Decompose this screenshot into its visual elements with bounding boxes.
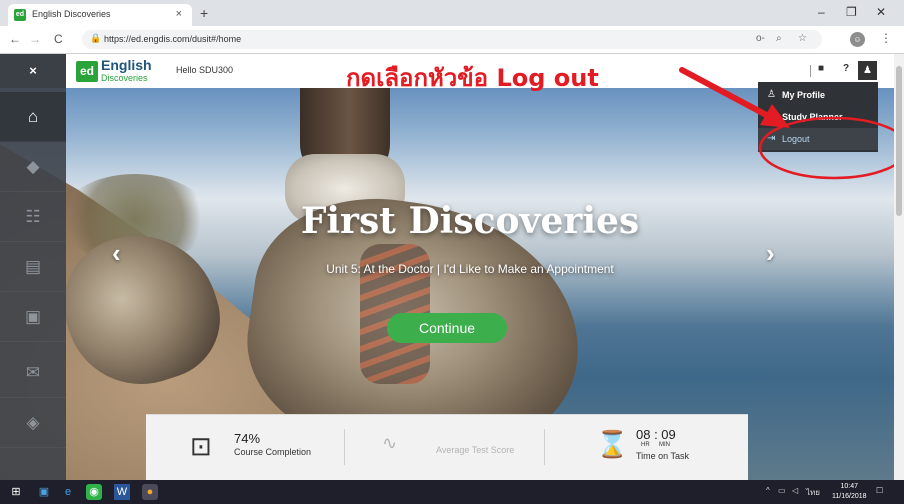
profile-icon: ♙ <box>767 89 776 100</box>
test-score-label: Average Test Score <box>436 445 515 455</box>
bookmark-star-icon[interactable]: ☆ <box>798 33 807 44</box>
tab-favicon-icon: ed <box>14 9 26 21</box>
network-icon[interactable]: ▭ <box>778 486 786 495</box>
word-icon[interactable]: W <box>114 484 130 500</box>
hourglass-icon: ⌛ <box>596 429 629 459</box>
greeting-text: Hello SDU300 <box>176 65 234 75</box>
menu-item-study-planner[interactable]: ☰ Study Planner <box>758 106 878 128</box>
browser-tabstrip: ed English Discoveries × + – ❐ ✕ <box>0 0 904 26</box>
sidebar-item-home[interactable]: ⌂ <box>0 92 66 142</box>
clock-time: 10:47 <box>840 483 859 490</box>
restore-button[interactable]: ❐ <box>846 5 857 19</box>
stat-average-test-score[interactable]: ∿ Average Test Score <box>346 415 544 481</box>
logout-icon: ⇥ <box>767 133 776 144</box>
volume-icon[interactable]: ◁ <box>792 486 798 495</box>
lock-icon: 🔒 <box>90 33 102 43</box>
back-button[interactable]: ← <box>9 32 21 46</box>
user-menu-icon[interactable]: ♟ <box>858 61 877 80</box>
sidebar-item-community[interactable]: ☷ <box>0 192 66 242</box>
sidebar-item-assignments[interactable]: ▤ <box>0 242 66 292</box>
notifications-icon[interactable]: ☐ <box>876 486 883 495</box>
stats-panel: ⊡ 74% Course Completion ∿ Average Test S… <box>146 414 748 480</box>
stats-divider <box>544 429 545 465</box>
time-value: 08 : 09 <box>636 427 676 442</box>
windows-start-icon[interactable]: ⊞ <box>8 484 24 500</box>
logo-discoveries-text: Discoveries <box>101 73 148 83</box>
logo-english-text: English <box>101 57 152 73</box>
sidebar-item-messages[interactable]: ✉ <box>0 348 66 398</box>
windows-taskbar: ⊞ ▣ e ◉ W ● ^ ▭ ◁ ไทย 10:47 11/16/2018 ☐ <box>0 480 904 504</box>
minimize-button[interactable]: – <box>818 5 825 19</box>
clock[interactable]: 10:47 11/16/2018 <box>832 482 867 502</box>
profile-avatar[interactable]: ☺ <box>850 32 865 47</box>
user-dropdown-menu: ♙ My Profile ☰ Study Planner ⇥ Logout <box>758 82 878 152</box>
line-app-icon[interactable]: ◉ <box>86 484 102 500</box>
tab-close-icon[interactable]: × <box>176 8 182 20</box>
menu-item-label: Logout <box>782 134 810 144</box>
address-bar[interactable]: 🔒 https://ed.engdis.com/dusit#/home o- ⌕… <box>82 30 822 49</box>
time-unit-hr: HR <box>641 442 650 448</box>
menu-item-logout[interactable]: ⇥ Logout <box>758 128 878 150</box>
course-subtitle: Unit 5: At the Doctor | I'd Like to Make… <box>326 262 614 276</box>
browser-tab[interactable]: ed English Discoveries × <box>8 4 192 26</box>
page-scrollbar[interactable] <box>894 54 904 480</box>
sidebar-close-icon[interactable]: × <box>0 54 66 88</box>
stat-time-on-task[interactable]: ⌛ 08 : 09 HR MIN Time on Task <box>548 415 746 481</box>
key-icon[interactable]: o- <box>756 33 765 44</box>
time-unit-min: MIN <box>659 442 670 448</box>
new-tab-button[interactable]: + <box>200 5 208 21</box>
stats-divider <box>344 429 345 465</box>
help-icon[interactable]: ? <box>843 63 849 74</box>
left-sidebar: × ⌂ ◆ ☷ ▤ ▣ ✉ ◈ <box>0 54 66 480</box>
planner-icon: ☰ <box>767 111 776 122</box>
course-title: First Discoveries <box>300 200 640 242</box>
completion-icon: ⊡ <box>190 431 212 461</box>
time-label: Time on Task <box>636 451 690 461</box>
menu-item-label: Study Planner <box>782 112 843 122</box>
url-text[interactable]: https://ed.engdis.com/dusit#/home <box>104 34 241 44</box>
annotation-text: กดเลือกหัวข้อ Log out <box>346 64 599 92</box>
test-score-icon: ∿ <box>382 433 398 453</box>
logo-icon[interactable]: ed <box>76 61 98 82</box>
tab-title: English Discoveries <box>32 9 111 19</box>
completion-label: Course Completion <box>234 447 312 457</box>
tray-up-icon[interactable]: ^ <box>766 486 770 495</box>
menu-item-label: My Profile <box>782 90 826 100</box>
continue-button[interactable]: Continue <box>387 313 507 343</box>
forward-button[interactable]: → <box>29 32 41 46</box>
stat-course-completion[interactable]: ⊡ 74% Course Completion <box>146 415 344 481</box>
sidebar-item-library[interactable]: ◈ <box>0 398 66 448</box>
zoom-icon[interactable]: ⌕ <box>776 33 782 44</box>
browser-toolbar: ← → C 🔒 https://ed.engdis.com/dusit#/hom… <box>0 26 904 54</box>
menu-item-my-profile[interactable]: ♙ My Profile <box>758 84 878 106</box>
window-close-button[interactable]: ✕ <box>876 5 886 19</box>
scrollbar-thumb[interactable] <box>896 66 902 216</box>
reload-button[interactable]: C <box>54 32 63 46</box>
desktop-icon[interactable]: ▣ <box>36 484 52 500</box>
messages-icon[interactable]: ■ <box>818 63 824 74</box>
edge-icon[interactable]: e <box>60 484 76 500</box>
carousel-prev-icon[interactable]: ‹ <box>112 238 121 269</box>
chrome-menu-icon[interactable]: ⋮ <box>880 31 892 45</box>
carousel-next-icon[interactable]: › <box>766 238 775 269</box>
sidebar-item-courses[interactable]: ◆ <box>0 142 66 192</box>
chrome-icon[interactable]: ● <box>142 484 158 500</box>
clock-date: 11/16/2018 <box>832 493 867 500</box>
language-indicator[interactable]: ไทย <box>806 486 820 499</box>
completion-value: 74% <box>234 431 261 446</box>
sidebar-item-tests[interactable]: ▣ <box>0 292 66 342</box>
screen: ed English Discoveries × + – ❐ ✕ ← → C 🔒… <box>0 0 904 504</box>
header-divider <box>810 65 811 77</box>
